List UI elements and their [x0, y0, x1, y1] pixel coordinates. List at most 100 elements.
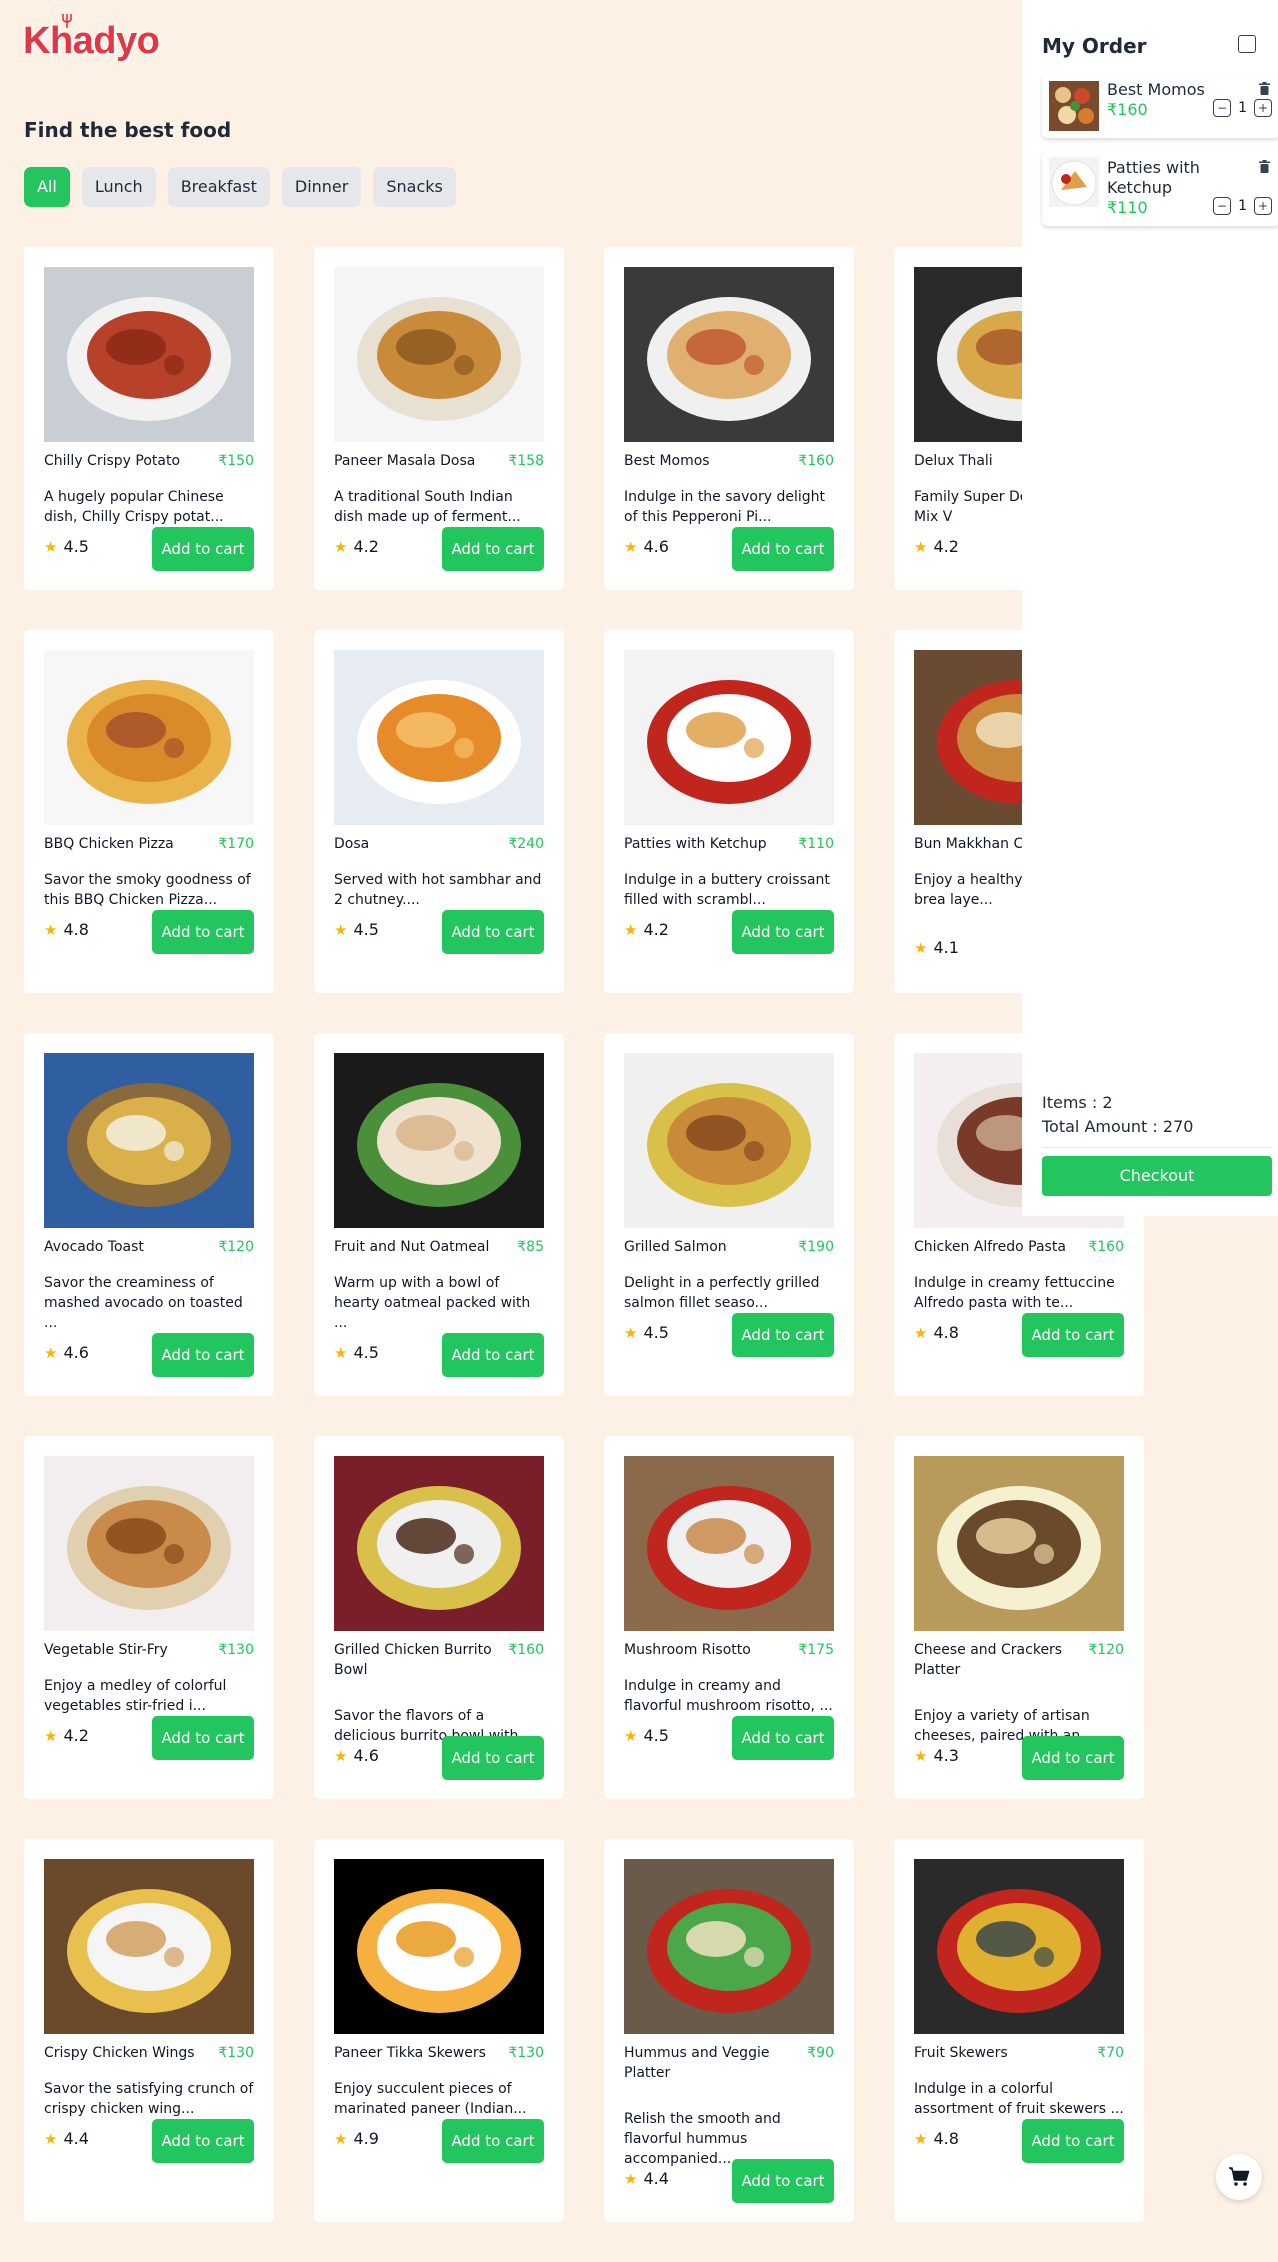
product-card: Hummus and Veggie Platter ₹90 Relish the s…	[604, 1839, 854, 2222]
product-rating: ★ 4.5	[624, 1323, 669, 1343]
product-card: Mushroom Risotto ₹175 Indulge in creamy an…	[604, 1436, 854, 1799]
food-photo	[624, 650, 834, 825]
checkout-button[interactable]: Checkout	[1042, 1156, 1272, 1196]
food-photo	[44, 1456, 254, 1631]
product-image	[624, 1456, 834, 1631]
order-item: Patties with Ketchup ₹110 − 1 +	[1042, 152, 1278, 226]
product-description: Indulge in the savory delight of this Pe…	[624, 489, 825, 525]
tab-breakfast[interactable]: Breakfast	[167, 167, 270, 207]
product-card: Dosa ₹240 Served with hot sambhar and 2 ch…	[314, 630, 564, 993]
add-to-cart-button[interactable]: Add to cart	[152, 1333, 254, 1377]
product-rating: ★ 4.2	[914, 537, 959, 557]
add-to-cart-button[interactable]: Add to cart	[1022, 1736, 1124, 1780]
add-to-cart-button[interactable]: Add to cart	[152, 1716, 254, 1760]
add-to-cart-button[interactable]: Add to cart	[732, 527, 834, 571]
product-description: Served with hot sambhar and 2 chutney...…	[334, 872, 542, 908]
rating-value: 4.2	[353, 537, 379, 556]
close-icon[interactable]	[1238, 35, 1256, 53]
product-card: Fruit and Nut Oatmeal ₹85 Warm up with a b…	[314, 1033, 564, 1396]
product-description: Delight in a perfectly grilled salmon fi…	[624, 1275, 820, 1311]
order-item-image	[1049, 81, 1099, 131]
add-to-cart-button[interactable]: Add to cart	[152, 910, 254, 954]
trash-icon[interactable]	[1259, 160, 1270, 173]
add-to-cart-button[interactable]: Add to cart	[442, 1736, 544, 1780]
product-card: Paneer Masala Dosa ₹158 A traditional Sout…	[314, 247, 564, 590]
tab-lunch[interactable]: Lunch	[81, 167, 156, 207]
tab-all[interactable]: All	[24, 167, 70, 207]
food-photo	[914, 1859, 1124, 2034]
page-title: Find the best food	[24, 118, 232, 142]
product-price: ₹130	[218, 1642, 254, 1658]
items-count: Items : 2	[1042, 1093, 1113, 1112]
product-card: Avocado Toast ₹120 Savor the creaminess of…	[24, 1033, 274, 1396]
food-photo	[624, 267, 834, 442]
quantity-value: 1	[1238, 100, 1247, 116]
tab-dinner[interactable]: Dinner	[281, 167, 362, 207]
order-item-name: Best Momos	[1107, 80, 1205, 99]
order-item-price: ₹110	[1107, 198, 1148, 217]
star-icon: ★	[44, 921, 58, 939]
product-rating: ★ 4.5	[334, 1343, 379, 1363]
trash-icon[interactable]	[1259, 82, 1270, 95]
product-rating: ★ 4.8	[44, 920, 89, 940]
add-to-cart-button[interactable]: Add to cart	[442, 527, 544, 571]
product-name: Grilled Salmon	[624, 1239, 727, 1255]
product-price: ₹120	[1088, 1642, 1124, 1658]
add-to-cart-button[interactable]: Add to cart	[732, 2159, 834, 2203]
product-price: ₹85	[517, 1239, 544, 1255]
product-image	[44, 1053, 254, 1228]
add-to-cart-button[interactable]: Add to cart	[732, 1313, 834, 1357]
tab-snacks[interactable]: Snacks	[373, 167, 456, 207]
rating-value: 4.5	[353, 920, 379, 939]
product-card: Paneer Tikka Skewers ₹130 Enjoy succulent …	[314, 1839, 564, 2222]
increase-button[interactable]: +	[1254, 197, 1272, 215]
product-rating: ★ 4.6	[624, 537, 669, 557]
star-icon: ★	[44, 1727, 58, 1745]
rating-value: 4.8	[63, 920, 89, 939]
product-card: Crispy Chicken Wings ₹130 Savor the satisf…	[24, 1839, 274, 2222]
cart-icon	[1229, 2167, 1250, 2186]
star-icon: ★	[624, 538, 638, 556]
order-item-price: ₹160	[1107, 100, 1148, 119]
product-image	[914, 1859, 1124, 2034]
product-price: ₹175	[798, 1642, 834, 1658]
product-description: Enjoy succulent pieces of marinated pane…	[334, 2081, 527, 2117]
product-description: Enjoy a medley of colorful vegetables st…	[44, 1678, 227, 1714]
add-to-cart-button[interactable]: Add to cart	[442, 1333, 544, 1377]
star-icon: ★	[624, 1324, 638, 1342]
increase-button[interactable]: +	[1254, 99, 1272, 117]
add-to-cart-button[interactable]: Add to cart	[442, 910, 544, 954]
product-rating: ★ 4.8	[914, 1323, 959, 1343]
product-card: Cheese and Crackers Platter ₹120 Enjoy a v…	[894, 1436, 1144, 1799]
brand-logo[interactable]: Khadyo	[23, 14, 160, 68]
product-description: Indulge in creamy fettuccine Alfredo pas…	[914, 1275, 1115, 1311]
product-price: ₹170	[218, 836, 254, 852]
add-to-cart-button[interactable]: Add to cart	[732, 1716, 834, 1760]
food-photo	[624, 1859, 834, 2034]
star-icon: ★	[334, 1344, 348, 1362]
add-to-cart-button[interactable]: Add to cart	[732, 910, 834, 954]
add-to-cart-button[interactable]: Add to cart	[152, 527, 254, 571]
food-photo	[334, 1456, 544, 1631]
star-icon: ★	[334, 1747, 348, 1765]
star-icon: ★	[914, 538, 928, 556]
decrease-button[interactable]: −	[1213, 197, 1232, 215]
category-tabs: All Lunch Breakfast Dinner Snacks	[24, 167, 456, 207]
product-description: Warm up with a bowl of hearty oatmeal pa…	[334, 1275, 531, 1331]
add-to-cart-button[interactable]: Add to cart	[1022, 1313, 1124, 1357]
product-card: Chilly Crispy Potato ₹150 A hugely popular…	[24, 247, 274, 590]
add-to-cart-button[interactable]: Add to cart	[152, 2119, 254, 2163]
decrease-button[interactable]: −	[1213, 99, 1232, 117]
product-description: A traditional South Indian dish made up …	[334, 489, 521, 525]
product-rating: ★ 4.4	[624, 2169, 669, 2189]
star-icon: ★	[914, 2130, 928, 2148]
rating-value: 4.5	[643, 1323, 669, 1342]
cart-button[interactable]	[1216, 2154, 1262, 2200]
product-name: Best Momos	[624, 453, 710, 469]
product-image	[44, 1456, 254, 1631]
add-to-cart-button[interactable]: Add to cart	[1022, 2119, 1124, 2163]
order-title: My Order	[1042, 34, 1147, 58]
product-card: BBQ Chicken Pizza ₹170 Savor the smoky goo…	[24, 630, 274, 993]
product-price: ₹120	[218, 1239, 254, 1255]
add-to-cart-button[interactable]: Add to cart	[442, 2119, 544, 2163]
